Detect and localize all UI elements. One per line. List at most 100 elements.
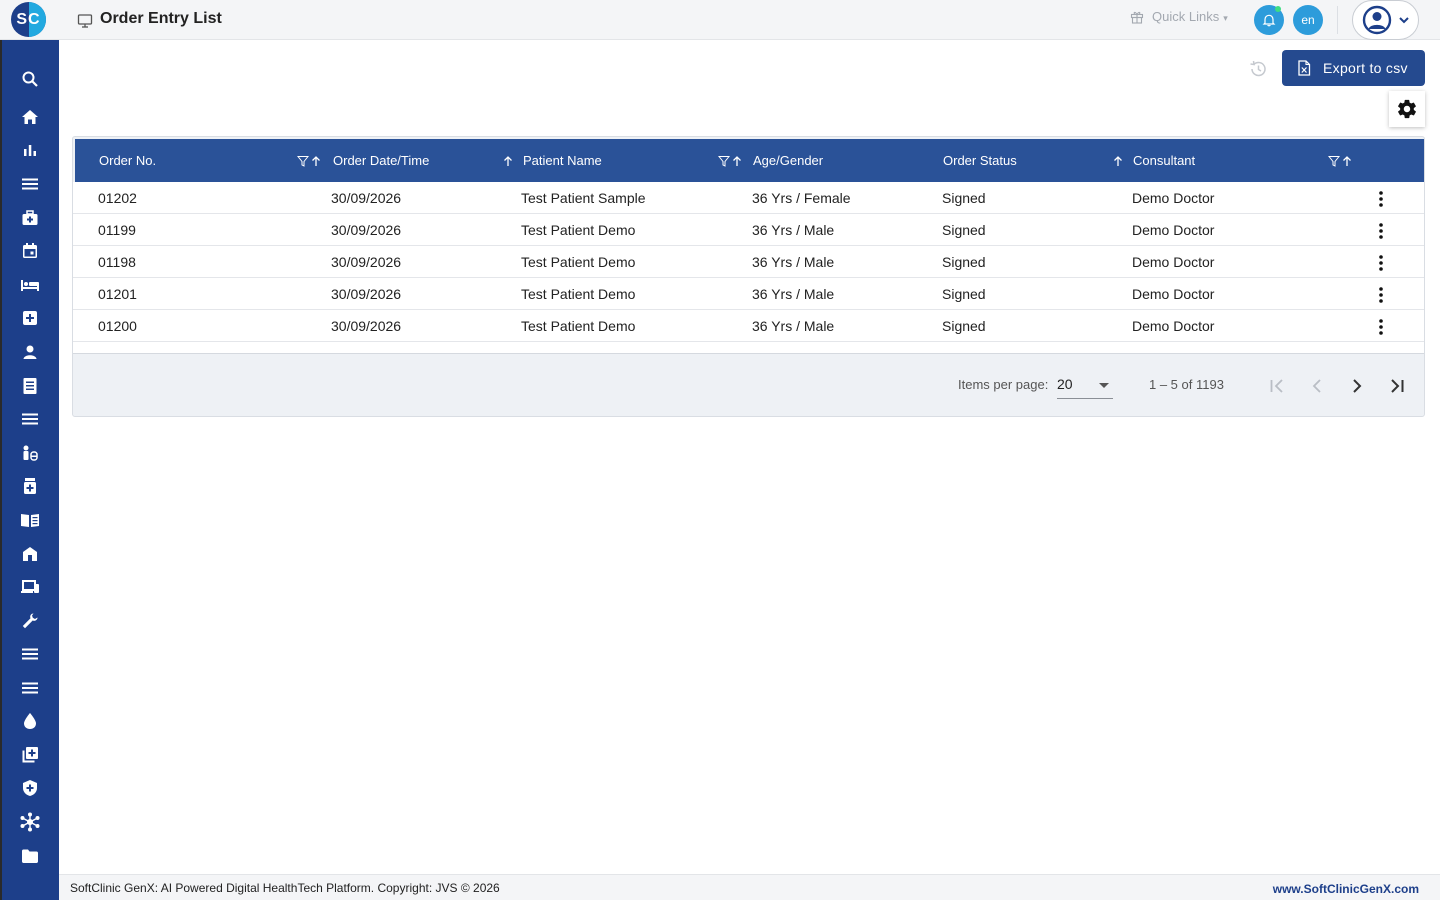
sidebar-item-patient[interactable] <box>19 341 41 363</box>
table-row[interactable]: 01200 30/09/2026 Test Patient Demo 36 Yr… <box>73 310 1424 342</box>
sort-arrow-up-icon[interactable] <box>502 155 514 167</box>
sidebar-item-add-library[interactable] <box>19 744 41 766</box>
app-logo[interactable]: SC <box>11 2 46 37</box>
bell-icon <box>1262 14 1276 27</box>
sort-arrow-up-icon[interactable] <box>310 155 322 167</box>
column-header-order-date[interactable]: Order Date/Time <box>333 139 429 182</box>
sidebar-item-medical[interactable] <box>19 207 41 229</box>
hospital-plus-icon <box>23 311 37 325</box>
sidebar-item-blood-bank[interactable] <box>19 710 41 732</box>
sidebar-item-pharmacy[interactable] <box>19 442 41 464</box>
notification-dot <box>1275 6 1281 12</box>
sort-arrow-up-icon[interactable] <box>1112 155 1124 167</box>
row-actions-button[interactable] <box>1373 190 1389 208</box>
sidebar-item-facility[interactable] <box>19 543 41 565</box>
user-menu-button[interactable] <box>1352 0 1419 40</box>
filter-icon[interactable] <box>1328 155 1340 167</box>
row-actions-button[interactable] <box>1373 286 1389 304</box>
next-page-button[interactable] <box>1344 373 1370 399</box>
sidebar-item-library[interactable] <box>19 509 41 531</box>
column-header-patient-name[interactable]: Patient Name <box>523 139 602 182</box>
history-button[interactable] <box>1247 58 1269 80</box>
sidebar-item-home[interactable] <box>19 106 41 128</box>
blood-drop-icon <box>24 713 36 729</box>
footer-copyright: SoftClinic GenX: AI Powered Digital Heal… <box>70 881 500 895</box>
language-button[interactable]: en <box>1293 5 1323 35</box>
export-csv-button[interactable]: Export to csv <box>1282 50 1425 86</box>
sidebar-item-menu-1[interactable] <box>19 173 41 195</box>
first-page-button[interactable] <box>1264 373 1290 399</box>
cell-order-no: 01199 <box>98 222 136 238</box>
row-actions-button[interactable] <box>1373 254 1389 272</box>
building-icon <box>23 547 37 561</box>
cell-order-no: 01201 <box>98 286 137 302</box>
sidebar-item-medicine[interactable] <box>19 475 41 497</box>
cell-patient-name: Test Patient Demo <box>521 286 636 302</box>
sidebar-item-menu-2[interactable] <box>19 408 41 430</box>
sidebar-item-tools[interactable] <box>19 610 41 632</box>
sidebar-item-documents[interactable] <box>19 375 41 397</box>
table-row[interactable]: 01202 30/09/2026 Test Patient Sample 36 … <box>73 182 1424 214</box>
order-table: Order No. Order Date/Time Patient Name A… <box>72 136 1425 417</box>
network-hub-icon <box>20 812 40 832</box>
column-header-order-no[interactable]: Order No. <box>99 139 156 182</box>
column-tools-order-status <box>1112 139 1124 182</box>
sidebar-item-menu-4[interactable] <box>19 677 41 699</box>
column-header-consultant[interactable]: Consultant <box>1133 139 1195 182</box>
cell-consultant: Demo Doctor <box>1132 222 1215 238</box>
paginator: Items per page: 20 1 – 5 of 1193 <box>73 355 1424 417</box>
column-header-age-gender[interactable]: Age/Gender <box>753 139 823 182</box>
gear-icon <box>1398 99 1416 119</box>
sidebar-item-files[interactable] <box>19 845 41 867</box>
sidebar-item-hospital[interactable] <box>19 307 41 329</box>
sidebar-item-ipd[interactable] <box>19 274 41 296</box>
person-icon <box>23 345 37 359</box>
cell-age-gender: 36 Yrs / Male <box>752 318 835 334</box>
filter-icon[interactable] <box>718 155 730 167</box>
cell-order-date: 30/09/2026 <box>331 318 402 334</box>
table-row[interactable]: 01199 30/09/2026 Test Patient Demo 36 Yr… <box>73 214 1424 246</box>
table-body: 01202 30/09/2026 Test Patient Sample 36 … <box>73 182 1424 342</box>
cell-age-gender: 36 Yrs / Male <box>752 254 835 270</box>
bed-icon <box>21 280 39 291</box>
cell-age-gender: 36 Yrs / Male <box>752 286 835 302</box>
more-vert-icon <box>1379 255 1383 271</box>
quick-links-dropdown[interactable]: Quick Links ▾ <box>1130 9 1228 24</box>
table-settings-button[interactable] <box>1389 91 1425 127</box>
items-per-page-select[interactable]: 20 <box>1057 373 1113 399</box>
sidebar-item-menu-3[interactable] <box>19 643 41 665</box>
cell-consultant: Demo Doctor <box>1132 286 1215 302</box>
bar-chart-icon <box>24 145 36 156</box>
cell-consultant: Demo Doctor <box>1132 318 1215 334</box>
last-page-button[interactable] <box>1384 373 1410 399</box>
row-actions-button[interactable] <box>1373 222 1389 240</box>
sort-arrow-up-icon[interactable] <box>1341 155 1353 167</box>
calendar-icon <box>23 243 37 258</box>
sidebar-item-integrations[interactable] <box>19 811 41 833</box>
row-actions-button[interactable] <box>1373 318 1389 336</box>
chevron-down-icon <box>1399 17 1409 24</box>
cell-order-status: Signed <box>942 190 986 206</box>
sidebar-item-calendar[interactable] <box>19 240 41 262</box>
cell-consultant: Demo Doctor <box>1132 190 1215 206</box>
dropdown-arrow-icon <box>1099 383 1109 388</box>
add-library-icon <box>22 747 38 763</box>
column-tools-patient-name <box>718 139 743 182</box>
items-per-page-label: Items per page: <box>958 377 1049 392</box>
sidebar-item-insurance[interactable] <box>19 777 41 799</box>
table-row[interactable]: 01201 30/09/2026 Test Patient Demo 36 Yr… <box>73 278 1424 310</box>
sidebar-item-reports[interactable] <box>19 139 41 161</box>
notifications-button[interactable] <box>1254 5 1284 35</box>
cell-order-no: 01202 <box>98 190 137 206</box>
footer-website-link[interactable]: www.SoftClinicGenX.com <box>1273 882 1419 896</box>
wrench-icon <box>22 613 38 629</box>
column-header-order-status[interactable]: Order Status <box>943 139 1017 182</box>
cell-order-date: 30/09/2026 <box>331 254 402 270</box>
previous-page-button[interactable] <box>1304 373 1330 399</box>
table-row[interactable]: 01198 30/09/2026 Test Patient Demo 36 Yr… <box>73 246 1424 278</box>
filter-icon[interactable] <box>297 155 309 167</box>
sort-arrow-up-icon[interactable] <box>731 155 743 167</box>
sidebar-item-devices[interactable] <box>19 576 41 598</box>
sidebar-item-search[interactable] <box>19 68 41 90</box>
menu-icon <box>22 682 38 694</box>
